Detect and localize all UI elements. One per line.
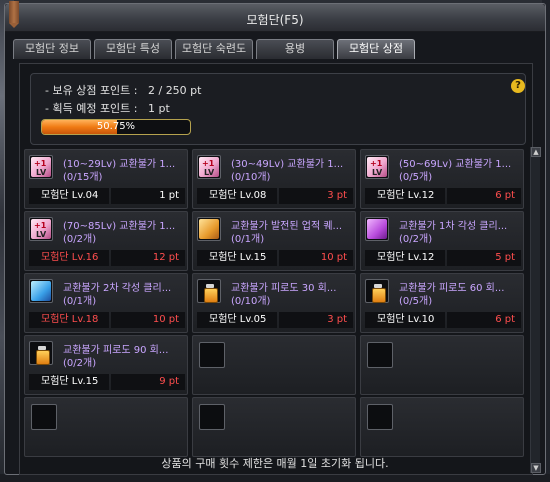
empty-icon-slot xyxy=(367,342,393,368)
window-title: 모험단(F5) xyxy=(246,13,304,27)
item-purchase-count: (0/1개) xyxy=(231,234,265,245)
item-purchase-count: (0/2개) xyxy=(63,234,97,245)
item-icon-slot[interactable] xyxy=(29,341,53,365)
potion-icon xyxy=(367,281,387,303)
game-background-bottom xyxy=(0,474,550,482)
item-price: 3 pt xyxy=(279,312,353,328)
level-up-box-icon xyxy=(199,157,219,177)
item-icon-slot[interactable] xyxy=(197,217,221,241)
shop-item[interactable]: 교환불가 1차 각성 클리... (0/2개) 모험단 Lv.12 5 pt xyxy=(360,211,524,271)
shop-panel: - 보유 상점 포인트 : 2 / 250 pt - 획득 예정 포인트 : 1… xyxy=(19,63,541,475)
title-bar[interactable]: 모험단(F5) xyxy=(5,1,545,32)
item-price: 6 pt xyxy=(447,188,521,204)
item-icon-slot[interactable] xyxy=(197,155,221,179)
item-price: 10 pt xyxy=(279,250,353,266)
empty-icon-slot xyxy=(199,342,225,368)
item-icon-slot[interactable] xyxy=(365,217,389,241)
item-price: 6 pt xyxy=(447,312,521,328)
item-purchase-count: (0/1개) xyxy=(63,296,97,307)
item-grid: (10~29Lv) 교환불가 1...(0/15개)모험단 Lv.041 pt(… xyxy=(24,149,524,471)
tab-adventure-info[interactable]: 모험단 정보 xyxy=(13,39,91,59)
shop-item[interactable]: 교환불가 피로도 60 회... (0/5개) 모험단 Lv.10 6 pt xyxy=(360,273,524,333)
clear-ticket-blue-icon xyxy=(31,281,51,301)
empty-icon-slot xyxy=(199,404,225,430)
adventure-window: 모험단(F5) 모험단 정보 모험단 특성 모험단 숙련도 용병 모험단 상점 … xyxy=(4,1,546,475)
item-price: 1 pt xyxy=(111,188,185,204)
item-price: 9 pt xyxy=(111,374,185,390)
tab-adventure-traits[interactable]: 모험단 특성 xyxy=(94,39,172,59)
empty-item-slot xyxy=(24,397,188,457)
item-level-requirement: 모험단 Lv.18 xyxy=(29,312,109,328)
empty-item-slot xyxy=(192,335,356,395)
item-icon-slot[interactable] xyxy=(29,279,53,303)
shop-item[interactable]: (50~69Lv) 교환불가 1...(0/5개)모험단 Lv.126 pt xyxy=(360,149,524,209)
item-level-requirement: 모험단 Lv.05 xyxy=(197,312,277,328)
scrollbar[interactable]: ▲ ▼ xyxy=(530,147,541,473)
tab-adventure-shop[interactable]: 모험단 상점 xyxy=(337,39,415,59)
item-level-requirement: 모험단 Lv.08 xyxy=(197,188,277,204)
owned-points: - 보유 상점 포인트 : 2 / 250 pt xyxy=(45,84,202,97)
item-purchase-count: (0/2개) xyxy=(399,234,433,245)
item-icon-slot[interactable] xyxy=(365,155,389,179)
shop-item[interactable]: 교환불가 발전된 업적 퀘... (0/1개) 모험단 Lv.15 10 pt xyxy=(192,211,356,271)
level-up-box-icon xyxy=(367,157,387,177)
item-price: 3 pt xyxy=(279,188,353,204)
item-icon-slot[interactable] xyxy=(29,217,53,241)
shop-item[interactable]: 교환불가 피로도 90 회... (0/2개) 모험단 Lv.15 9 pt xyxy=(24,335,188,395)
empty-item-slot xyxy=(360,335,524,395)
item-purchase-count: (0/5개) xyxy=(399,296,433,307)
item-purchase-count: (0/5개) xyxy=(399,172,433,183)
potion-icon xyxy=(31,343,51,365)
item-price: 10 pt xyxy=(111,312,185,328)
empty-item-slot xyxy=(360,397,524,457)
item-purchase-count: (0/15개) xyxy=(63,172,103,183)
scroll-up-button[interactable]: ▲ xyxy=(531,147,541,157)
item-price: 5 pt xyxy=(447,250,521,266)
tab-mercenary[interactable]: 용병 xyxy=(256,39,334,59)
item-level-requirement: 모험단 Lv.04 xyxy=(29,188,109,204)
item-price: 12 pt xyxy=(111,250,185,266)
potion-icon xyxy=(199,281,219,303)
help-icon[interactable]: ? xyxy=(511,79,525,93)
item-level-requirement: 모험단 Lv.15 xyxy=(29,374,109,390)
item-icon-slot[interactable] xyxy=(197,279,221,303)
points-progress-bar: 50.75% xyxy=(41,119,191,135)
item-level-requirement: 모험단 Lv.12 xyxy=(365,188,445,204)
item-purchase-count: (0/10개) xyxy=(231,172,271,183)
tab-adventure-proficiency[interactable]: 모험단 숙련도 xyxy=(175,39,253,59)
empty-icon-slot xyxy=(31,404,57,430)
item-level-requirement: 모험단 Lv.15 xyxy=(197,250,277,266)
shop-item[interactable]: (30~49Lv) 교환불가 1...(0/10개)모험단 Lv.083 pt xyxy=(192,149,356,209)
shop-item[interactable]: 교환불가 2차 각성 클리... (0/1개) 모험단 Lv.18 10 pt xyxy=(24,273,188,333)
level-up-box-icon xyxy=(31,157,51,177)
reset-notice: 상품의 구매 횟수 제한은 매월 1일 초기화 됩니다. xyxy=(161,457,389,470)
empty-icon-slot xyxy=(367,404,393,430)
shop-item[interactable]: 교환불가 피로도 30 회... (0/10개) 모험단 Lv.05 3 pt xyxy=(192,273,356,333)
level-up-box-icon xyxy=(31,219,51,239)
item-level-requirement: 모험단 Lv.16 xyxy=(29,250,109,266)
item-purchase-count: (0/2개) xyxy=(63,358,97,369)
clear-ticket-purple-icon xyxy=(367,219,387,239)
points-box: - 보유 상점 포인트 : 2 / 250 pt - 획득 예정 포인트 : 1… xyxy=(30,73,526,145)
clear-ticket-gold-icon xyxy=(199,219,219,239)
expected-points: - 획득 예정 포인트 : 1 pt xyxy=(45,102,170,115)
item-icon-slot[interactable] xyxy=(29,155,53,179)
item-level-requirement: 모험단 Lv.12 xyxy=(365,250,445,266)
item-purchase-count: (0/10개) xyxy=(231,296,271,307)
item-icon-slot[interactable] xyxy=(365,279,389,303)
item-level-requirement: 모험단 Lv.10 xyxy=(365,312,445,328)
progress-label: 50.75% xyxy=(96,121,136,132)
empty-item-slot xyxy=(192,397,356,457)
shop-item[interactable]: (70~85Lv) 교환불가 1...(0/2개)모험단 Lv.1612 pt xyxy=(24,211,188,271)
shop-item[interactable]: (10~29Lv) 교환불가 1...(0/15개)모험단 Lv.041 pt xyxy=(24,149,188,209)
